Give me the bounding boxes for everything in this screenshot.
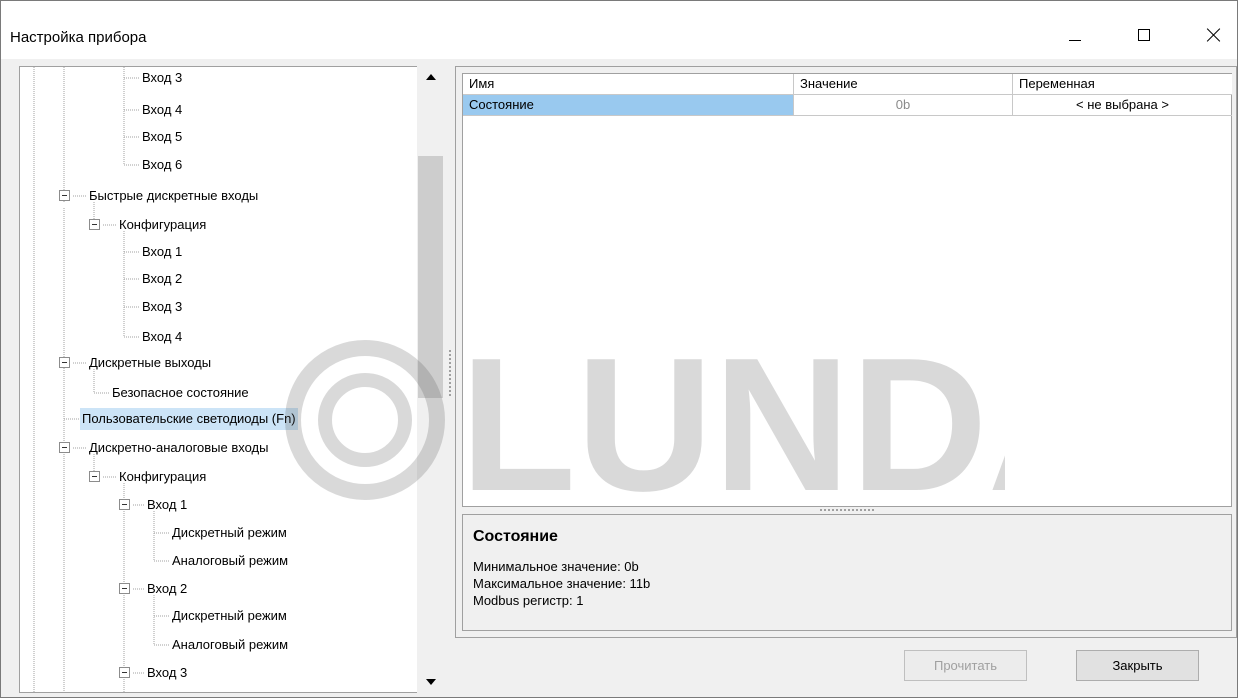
collapse-icon[interactable] — [59, 190, 70, 201]
properties-grid[interactable]: Имя Значение Переменная Состояние 0b < н… — [462, 73, 1232, 507]
scroll-down-button[interactable] — [417, 671, 444, 693]
column-header-name[interactable]: Имя — [463, 74, 794, 95]
tree-node-configuration[interactable]: Конфигурация — [117, 466, 208, 488]
tree-node-input-3[interactable]: Вход 3 — [140, 296, 184, 318]
device-tree[interactable]: Вход 3 Вход 4 Вход 5 Вход 6 Быстрые диск… — [19, 66, 444, 693]
tree-connector-lines — [33, 67, 170, 692]
collapse-icon[interactable] — [89, 471, 100, 482]
scroll-up-button[interactable] — [417, 66, 444, 88]
tree-node-discrete-analog-inputs[interactable]: Дискретно-аналоговые входы — [87, 437, 271, 459]
tree-node-input-4[interactable]: Вход 4 — [140, 326, 184, 348]
cell-value[interactable]: 0b — [794, 95, 1013, 116]
tree-node-configuration[interactable]: Конфигурация — [117, 214, 208, 236]
table-row[interactable]: Состояние 0b < не выбрана > — [463, 95, 1232, 116]
tree-node-input-5[interactable]: Вход 5 — [140, 126, 184, 148]
horizontal-splitter[interactable] — [820, 509, 880, 512]
tree-node-input-1[interactable]: Вход 1 — [140, 241, 184, 263]
collapse-icon[interactable] — [59, 442, 70, 453]
vertical-splitter[interactable] — [449, 350, 452, 410]
tree-node-user-leds[interactable]: Пользовательские светодиоды (Fn) — [80, 408, 298, 430]
tree-node-fast-discrete-inputs[interactable]: Быстрые дискретные входы — [87, 185, 260, 207]
arrow-up-icon — [425, 74, 436, 80]
info-modbus-register: Modbus регистр: 1 — [473, 593, 584, 608]
close-icon — [1207, 28, 1221, 42]
tree-node-discrete-mode[interactable]: Дискретный режим — [170, 605, 289, 627]
collapse-icon[interactable] — [119, 583, 130, 594]
info-min-value: Минимальное значение: 0b — [473, 559, 639, 574]
tree-node-input-4[interactable]: Вход 4 — [140, 99, 184, 121]
collapse-icon[interactable] — [119, 667, 130, 678]
tree-node-analog-mode[interactable]: Аналоговый режим — [170, 634, 290, 656]
arrow-down-icon — [425, 679, 436, 685]
collapse-icon[interactable] — [89, 219, 100, 230]
info-max-value: Максимальное значение: 11b — [473, 576, 651, 591]
tree-scrollbar[interactable] — [417, 66, 444, 693]
cell-variable[interactable]: < не выбрана > — [1013, 95, 1232, 116]
cell-name[interactable]: Состояние — [463, 95, 794, 116]
property-info-panel: Состояние Минимальное значение: 0b Макси… — [462, 514, 1232, 631]
tree-node-safe-state[interactable]: Безопасное состояние — [110, 382, 251, 404]
tree-node-input-3[interactable]: Вход 3 — [145, 662, 189, 684]
tree-node-input-2[interactable]: Вход 2 — [140, 268, 184, 290]
tree-node-input-3[interactable]: Вход 3 — [140, 67, 184, 89]
maximize-icon — [1138, 29, 1150, 41]
read-button[interactable]: Прочитать — [904, 650, 1027, 681]
info-title: Состояние — [473, 528, 558, 545]
tree-node-discrete-mode[interactable]: Дискретный режим — [170, 522, 289, 544]
tree-node-input-6[interactable]: Вход 6 — [140, 154, 184, 176]
column-header-variable[interactable]: Переменная — [1013, 74, 1232, 95]
tree-node-discrete-outputs[interactable]: Дискретные выходы — [87, 352, 213, 374]
maximize-button[interactable] — [1121, 15, 1167, 55]
window-title: Настройка прибора — [10, 29, 147, 46]
close-window-button[interactable] — [1191, 15, 1237, 55]
minimize-icon — [1069, 39, 1081, 41]
title-bar: Настройка прибора — [1, 1, 1237, 59]
collapse-icon[interactable] — [59, 357, 70, 368]
close-button[interactable]: Закрыть — [1076, 650, 1199, 681]
scroll-thumb[interactable] — [418, 156, 443, 398]
minimize-button[interactable] — [1052, 15, 1098, 55]
tree-node-input-1[interactable]: Вход 1 — [145, 494, 189, 516]
grid-header-row: Имя Значение Переменная — [463, 74, 1232, 95]
tree-node-input-2[interactable]: Вход 2 — [145, 578, 189, 600]
collapse-icon[interactable] — [119, 499, 130, 510]
tree-node-analog-mode[interactable]: Аналоговый режим — [170, 550, 290, 572]
column-header-value[interactable]: Значение — [794, 74, 1013, 95]
